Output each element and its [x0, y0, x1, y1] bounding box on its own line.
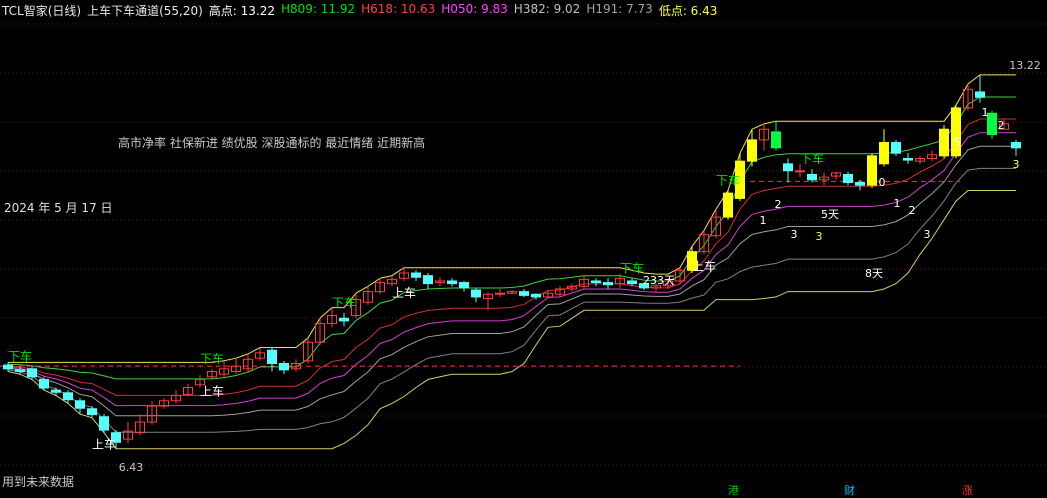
signal-buy: 上车	[392, 285, 416, 300]
candle-body	[279, 363, 289, 371]
signal-sell: 下车	[716, 172, 740, 187]
chart-annotation: 5天	[821, 208, 839, 221]
chart-annotation: 1	[760, 214, 767, 227]
candle-body	[771, 131, 781, 149]
stock-tags: 高市净率 社保新进 绩优股 深股通标的 最近情绪 近期新高	[118, 136, 426, 150]
candle-body	[987, 112, 997, 136]
candle-body	[459, 282, 469, 289]
candle-body	[75, 400, 85, 409]
indicator-name: 上车下车通道(55,20)	[87, 4, 203, 18]
candle-body	[627, 280, 637, 285]
candle-body	[939, 128, 949, 157]
signal-sell: 下车	[332, 295, 356, 310]
candle-body	[267, 349, 277, 365]
candle-body	[447, 280, 457, 285]
candle-body	[855, 181, 865, 186]
candle-body	[603, 282, 613, 286]
candle-body	[3, 364, 13, 370]
candle-body	[87, 408, 97, 416]
band-h618	[7, 118, 1016, 396]
signal-buy: 上车	[200, 383, 224, 398]
candle-body	[591, 280, 601, 284]
signal-sell: 下车	[800, 151, 824, 166]
indicator-value-h618: H618: 10.63	[361, 2, 436, 16]
candle-body	[471, 289, 481, 298]
band-h191	[7, 167, 1016, 433]
signal-sell: 下车	[620, 260, 644, 275]
candlestick-chart: 下车上车下车上车下车上车下车 上车下车下车6.43233天235天01231238…	[0, 23, 1047, 474]
future-data-note: 用到未来数据	[2, 475, 75, 489]
candle-body	[747, 139, 757, 162]
indicator-value-h191: H191: 7.73	[586, 2, 653, 16]
indicator-value-low: 低点: 6.43	[658, 4, 718, 18]
date-label: 2024 年 5 月 17 日	[4, 201, 113, 215]
signal-sell: 下车	[8, 349, 32, 364]
candle-body	[1011, 142, 1021, 149]
stock-title: TCL智家(日线)	[2, 4, 82, 18]
marker-fin: 财	[844, 484, 855, 497]
indicator-value-high: 高点: 13.22	[208, 4, 275, 18]
chart-annotation: 1	[982, 106, 989, 119]
candle-body	[975, 91, 985, 98]
marker-hk: 港	[728, 484, 739, 497]
candle-body	[879, 142, 889, 165]
signal-buy: 上车	[692, 258, 716, 273]
candle-body	[423, 275, 433, 285]
candle-body	[39, 378, 49, 389]
chart-annotation: 3	[816, 230, 823, 243]
candle-body	[783, 163, 793, 172]
candle-body	[15, 369, 25, 372]
indicator-value-h050: H050: 9.83	[441, 2, 508, 16]
candle-body	[807, 173, 817, 181]
candle-body	[867, 155, 877, 186]
chart-annotation: 6.43	[119, 461, 144, 474]
signal-buy: 上车	[92, 437, 116, 452]
candle-body	[339, 317, 349, 322]
candle-body	[63, 392, 73, 401]
chart-annotation: 2	[775, 198, 782, 211]
chart-annotation: 2	[909, 204, 916, 217]
candle-body	[843, 173, 853, 183]
chart-header: TCL智家(日线) 上车下车通道(55,20) 高点: 13.22 H809: …	[2, 2, 723, 18]
candle-body	[723, 192, 733, 218]
chart-annotation: 13.22	[1009, 59, 1041, 72]
candle-body	[51, 389, 61, 393]
candle-body	[99, 416, 109, 431]
chart-annotation: 2	[998, 119, 1005, 132]
chart-annotation: 5	[954, 136, 961, 149]
candle-body	[531, 293, 541, 298]
indicator-value-h382: H382: 9.02	[513, 2, 581, 16]
chart-annotation: 0	[879, 176, 886, 189]
chart-annotation: 8天	[865, 267, 883, 280]
marker-rise: 涨	[962, 484, 973, 497]
indicator-value-h809: H809: 11.92	[281, 2, 356, 16]
chart-annotation: 3	[924, 228, 931, 241]
chart-annotation: 233天	[643, 274, 675, 287]
candle-body	[27, 368, 37, 378]
signal-sell: 下车	[200, 351, 224, 366]
candle-body	[519, 291, 529, 296]
chart-annotation: 1	[894, 197, 901, 210]
chart-annotation: 3	[1013, 158, 1020, 171]
candle-body	[411, 272, 421, 278]
candle-body	[891, 142, 901, 154]
candle-body	[903, 158, 913, 161]
chart-annotation: 3	[791, 228, 798, 241]
